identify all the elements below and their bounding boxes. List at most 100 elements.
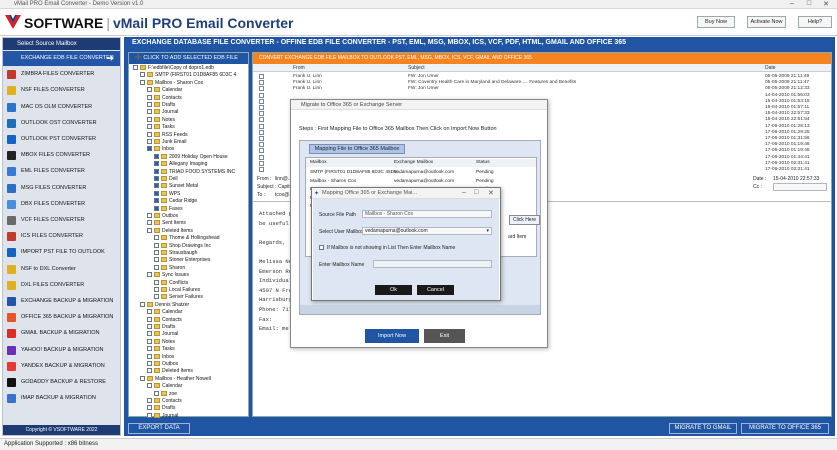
maximize-icon[interactable]: □ xyxy=(474,189,478,196)
tree-node-checkbox[interactable] xyxy=(147,109,152,115)
tree-node[interactable]: Contacts xyxy=(147,398,182,405)
activate-now-button[interactable]: Activate Now xyxy=(747,16,786,28)
sidebar-item[interactable]: ZIMBRA FILES CONVERTER xyxy=(3,67,120,82)
tree-node[interactable]: WPS xyxy=(154,190,180,198)
minimize-icon[interactable]: – xyxy=(462,189,466,196)
tree-node[interactable]: Notes xyxy=(147,116,175,124)
tree-node[interactable]: F:\edbfile\Copy of dopro1.edb xyxy=(133,65,214,72)
user-mailbox-select[interactable]: vedamapurna@outlook.com ▾ xyxy=(362,227,492,235)
sidebar-item[interactable]: OUTLOOK PST CONVERTER xyxy=(3,132,120,147)
sidebar-item[interactable]: MAC OS OLM CONVERTER xyxy=(3,100,120,115)
tree-node-checkbox[interactable] xyxy=(154,242,159,248)
tree-node-checkbox[interactable] xyxy=(154,176,159,181)
tree-node[interactable]: Shop Drawings Inc xyxy=(154,242,211,250)
sidebar-item[interactable]: VCF FILES CONVERTER xyxy=(3,213,120,228)
exit-button[interactable]: Exit xyxy=(424,329,465,343)
tree-node[interactable]: Sent Items xyxy=(147,220,186,227)
tree-node[interactable]: Thome & Hollingshead xyxy=(154,235,220,242)
ok-button[interactable]: Ok xyxy=(375,285,412,295)
tree-node[interactable]: Strausbaugh xyxy=(154,250,197,257)
tree-node-checkbox[interactable] xyxy=(140,375,145,381)
tree-node-checkbox[interactable] xyxy=(140,301,145,307)
tree-node[interactable]: Calendar xyxy=(147,87,182,94)
tree-node[interactable]: Server Failures xyxy=(154,294,203,301)
tree-node-checkbox[interactable] xyxy=(147,102,152,107)
tree-node-checkbox[interactable] xyxy=(147,338,152,344)
tree-node[interactable]: Dennis Shatzer xyxy=(140,301,189,309)
help-button[interactable]: Help? xyxy=(798,16,832,28)
tree-node[interactable]: Faxes xyxy=(154,205,183,213)
tree-node[interactable]: Contacts xyxy=(147,94,182,102)
tree-node-checkbox[interactable] xyxy=(154,183,159,189)
tree-node-checkbox[interactable] xyxy=(147,316,152,322)
tree-node-checkbox[interactable] xyxy=(154,205,159,211)
tree-node-checkbox[interactable] xyxy=(154,198,159,204)
tree-node-checkbox[interactable] xyxy=(147,412,152,418)
tree-node-checkbox[interactable] xyxy=(154,235,159,241)
sidebar-item[interactable]: EXCHANGE EDB FILE CONVERTER ➔ xyxy=(3,51,120,66)
close-icon[interactable]: ✕ xyxy=(819,0,833,8)
tree-node-checkbox[interactable] xyxy=(147,398,152,403)
tree-node-checkbox[interactable] xyxy=(147,220,152,226)
sidebar-item[interactable]: MBOX FILES CONVERTER xyxy=(3,148,120,163)
tree-node-checkbox[interactable] xyxy=(147,383,152,389)
tree-node[interactable]: Calendar xyxy=(147,383,182,390)
tree-node[interactable]: Sync Issues xyxy=(147,272,189,279)
mailbox-name-input[interactable] xyxy=(373,260,492,268)
sidebar-item[interactable]: DBX FILES CONVERTER xyxy=(3,197,120,212)
tree-node[interactable]: Drafts xyxy=(147,324,175,331)
tree-node-checkbox[interactable] xyxy=(147,346,152,352)
sidebar-item[interactable]: YAHOO! BACKUP & MIGRATION xyxy=(3,343,120,358)
tree-node-checkbox[interactable] xyxy=(133,65,138,70)
tree-node[interactable]: Dell xyxy=(154,176,178,183)
cancel-button[interactable]: Cancel xyxy=(417,285,454,295)
mapping-row[interactable]: SMTP (FIRST01 D1D8AF85 6D3C 45D5... vedam… xyxy=(306,169,536,177)
tree-node[interactable]: Junk Email xyxy=(147,139,186,146)
sidebar-item[interactable]: ICS FILES CONVERTER xyxy=(3,229,120,244)
tree-node[interactable]: Tasks xyxy=(147,124,175,131)
sidebar-item[interactable]: GODADDY BACKUP & RESTORE xyxy=(3,375,120,390)
tree-node[interactable]: SMTP (FIRST01 D1D8AF85 6D3C 4 xyxy=(140,72,236,79)
tree-node-checkbox[interactable] xyxy=(140,72,145,78)
tree-node[interactable]: Cedar Ridge xyxy=(154,198,197,205)
tree-node-checkbox[interactable] xyxy=(154,153,159,159)
tree-node[interactable]: Notes xyxy=(147,338,175,346)
minimize-icon[interactable]: – xyxy=(785,0,799,7)
tree-node[interactable]: Conflicts xyxy=(154,279,188,287)
tree-node-checkbox[interactable] xyxy=(147,131,152,137)
tree-node-checkbox[interactable] xyxy=(147,213,152,218)
tree-node[interactable]: Inbox xyxy=(147,146,174,153)
sidebar-item[interactable]: IMAP BACKUP & MIGRATION xyxy=(3,391,120,406)
tree-node[interactable]: Mailbox - Heather Nowell xyxy=(140,375,211,383)
tree-node[interactable]: Tasks xyxy=(147,346,175,353)
click-here-button[interactable]: Click Here xyxy=(509,215,540,225)
tree-node[interactable]: 2009 Holiday Open House xyxy=(154,153,228,161)
tree-node[interactable]: Deleted Items xyxy=(147,227,193,235)
tree-node-checkbox[interactable] xyxy=(147,331,152,337)
tree-node[interactable]: Deleted Items xyxy=(147,368,193,375)
tree-node-checkbox[interactable] xyxy=(147,361,152,366)
tree-node[interactable]: Sunset Metal xyxy=(154,183,198,190)
tree-node-checkbox[interactable] xyxy=(154,264,159,270)
tree-node-checkbox[interactable] xyxy=(147,324,152,329)
tree-node-checkbox[interactable] xyxy=(147,94,152,100)
tree-node[interactable]: Inbox xyxy=(147,353,174,361)
sidebar-item[interactable]: NSF FILES CONVERTER xyxy=(3,83,120,98)
tree-node-checkbox[interactable] xyxy=(147,116,152,122)
tree-node-checkbox[interactable] xyxy=(147,368,152,374)
buy-now-button[interactable]: Buy Now xyxy=(697,16,735,28)
sidebar-item[interactable]: EML FILES CONVERTER xyxy=(3,164,120,179)
tree-node[interactable]: Calendar xyxy=(147,309,182,316)
tree-node-checkbox[interactable] xyxy=(154,190,159,196)
tree-node-checkbox[interactable] xyxy=(154,161,159,167)
sidebar-item[interactable]: IMPORT PST FILE TO OUTLOOK xyxy=(3,245,120,260)
tree-node-checkbox[interactable] xyxy=(140,79,145,85)
tree-node-checkbox[interactable] xyxy=(154,257,159,263)
sidebar-item[interactable]: YANDEX BACKUP & MIGRATION xyxy=(3,359,120,374)
sidebar-item[interactable]: NSF to DXL Converter xyxy=(3,262,120,277)
tree-node-checkbox[interactable] xyxy=(154,294,159,300)
tree-node[interactable]: RSS Feeds xyxy=(147,131,188,139)
mapping-row[interactable]: Mailbox - Sharon Cox vedamapurna@outlook.… xyxy=(306,178,536,186)
migrate-gmail-button[interactable]: MIGRATE TO GMAIL xyxy=(669,423,737,434)
tree-node[interactable]: Sharon xyxy=(154,264,185,272)
